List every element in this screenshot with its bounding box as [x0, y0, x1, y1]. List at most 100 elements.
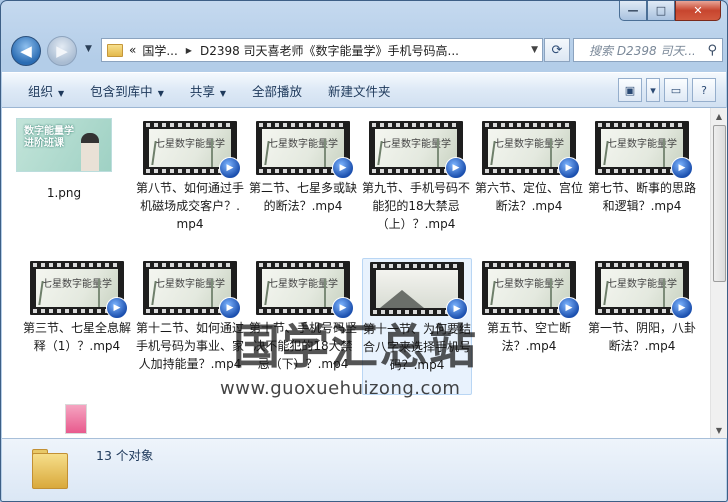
- search-input[interactable]: 搜索 D2398 司天...: [589, 42, 694, 59]
- play-all-button[interactable]: 全部播放: [252, 81, 302, 100]
- file-item[interactable]: 七星数字能量学 ▶ 第三节、七星全息解释（1）？.mp4: [23, 261, 131, 355]
- media-player-icon: ▶: [558, 157, 580, 179]
- watermark-url: www.guoxuehuizong.com: [220, 378, 461, 399]
- video-thumbnail: 七星数字能量学 ▶: [482, 261, 580, 319]
- breadcrumb-overflow[interactable]: «: [129, 43, 136, 57]
- file-name: 第十二节、如何通过手机号码为事业、家人加持能量？.mp4: [136, 321, 245, 371]
- file-item[interactable]: 七星数字能量学 ▶ 第二节、七星多或缺的断法？.mp4: [249, 121, 357, 215]
- command-bar: 组织 ▼ 包含到库中 ▼ 共享 ▼ 全部播放 新建文件夹 ▣ ▾ ▭ ?: [2, 72, 726, 108]
- folder-icon: [107, 43, 123, 57]
- video-thumbnail: 七星数字能量学 ▶: [256, 261, 354, 319]
- video-thumbnail: 七星数字能量学 ▶: [30, 261, 128, 319]
- chevron-down-icon[interactable]: ▼: [531, 45, 538, 55]
- arrow-left-icon: ◀: [20, 42, 32, 60]
- minimize-icon: —: [627, 4, 639, 17]
- media-player-icon: ▶: [671, 157, 693, 179]
- folder-icon: [32, 447, 68, 489]
- maximize-button[interactable]: □: [647, 1, 675, 21]
- media-player-icon: ▶: [219, 157, 241, 179]
- window-caption-buttons: — □ ✕: [619, 1, 721, 21]
- view-options-dropdown[interactable]: ▾: [646, 78, 660, 102]
- file-name: 1.png: [46, 186, 82, 200]
- organize-label: 组织: [28, 83, 54, 99]
- thumbnail-line: 进阶班课: [24, 138, 64, 149]
- media-player-icon: ▶: [332, 157, 354, 179]
- file-name: 第一节、阴阳，八卦断法？.mp4: [588, 321, 697, 353]
- change-view-button[interactable]: ▣: [618, 78, 642, 102]
- explorer-window: — □ ✕ ◀ ▶ ▼ « 国学... ▶ D2398 司天喜老师《数字能量学》…: [0, 0, 728, 502]
- file-item[interactable]: 七星数字能量学 ▶ 第八节、如何通过手机磁场成交客户？.mp4: [136, 121, 244, 233]
- refresh-button[interactable]: ⟳: [544, 38, 570, 62]
- video-thumbnail: 七星数字能量学 ▶: [256, 121, 354, 179]
- file-item[interactable]: 七星数字能量学 ▶ 第六节、定位、宫位断法？.mp4: [475, 121, 583, 215]
- video-thumbnail: 七星数字能量学 ▶: [595, 121, 693, 179]
- media-player-icon: ▶: [106, 297, 128, 319]
- share-button[interactable]: 共享 ▼: [190, 81, 226, 100]
- search-icon: ⚲: [707, 42, 717, 58]
- file-item[interactable]: 七星数字能量学 ▶ 第一节、阴阳，八卦断法？.mp4: [588, 261, 696, 355]
- forward-button[interactable]: ▶: [47, 36, 77, 66]
- image-thumbnail: 数字能量学 进阶班课: [16, 118, 112, 172]
- file-name: 第九节、手机号码不能犯的18大禁忌（上）？.mp4: [362, 181, 471, 231]
- video-thumbnail: 七星数字能量学 ▶: [595, 261, 693, 319]
- share-label: 共享: [189, 83, 215, 99]
- back-button[interactable]: ◀: [11, 36, 41, 66]
- arrow-right-icon: ▶: [56, 42, 68, 60]
- view-controls: ▣ ▾ ▭ ?: [618, 78, 716, 102]
- address-bar[interactable]: « 国学... ▶ D2398 司天喜老师《数字能量学》手机号码高... ▼: [101, 38, 543, 62]
- chevron-down-icon: ▼: [157, 88, 164, 98]
- vertical-scrollbar[interactable]: ▲ ▼: [710, 108, 727, 438]
- item-count: 13 个对象: [96, 448, 154, 463]
- file-item[interactable]: 七星数字能量学 ▶ 第七节、断事的思路和逻辑？.mp4: [588, 121, 696, 215]
- file-list: 数字能量学 进阶班课 1.png 七星数字能量学 ▶ 第八节、如何通过手机磁场成交客…: [2, 108, 710, 438]
- chevron-down-icon: ▼: [58, 88, 65, 98]
- navigation-bar: ◀ ▶ ▼ « 国学... ▶ D2398 司天喜老师《数字能量学》手机号码高.…: [7, 35, 723, 66]
- file-item[interactable]: 七星数字能量学 ▶ 第五节、空亡断法？.mp4: [475, 261, 583, 355]
- chevron-down-icon: ▾: [650, 83, 656, 97]
- organize-button[interactable]: 组织 ▼: [28, 81, 64, 100]
- breadcrumb-item[interactable]: 国学...: [142, 42, 177, 59]
- preview-pane-button[interactable]: ▭: [664, 78, 688, 102]
- video-thumbnail: 七星数字能量学 ▶: [369, 121, 467, 179]
- refresh-icon: ⟳: [551, 42, 563, 58]
- minimize-button[interactable]: —: [619, 1, 647, 21]
- video-thumbnail: 七星数字能量学 ▶: [143, 121, 241, 179]
- chevron-down-icon: ▼: [219, 88, 227, 98]
- help-icon: ?: [701, 83, 707, 97]
- file-name: 第五节、空亡断法？.mp4: [486, 321, 571, 353]
- video-thumbnail: 七星数字能量学 ▶: [143, 261, 241, 319]
- close-button[interactable]: ✕: [675, 1, 721, 21]
- view-icon: ▣: [624, 83, 636, 97]
- breadcrumb-item[interactable]: D2398 司天喜老师《数字能量学》手机号码高...: [200, 42, 459, 59]
- media-player-icon: ▶: [445, 157, 467, 179]
- preview-pane-icon: ▭: [670, 83, 682, 97]
- file-name: 第二节、七星多或缺的断法？.mp4: [249, 181, 358, 213]
- document-thumbnail[interactable]: [65, 404, 87, 434]
- media-player-icon: ▶: [671, 297, 693, 319]
- person-image: [81, 133, 99, 171]
- details-pane: 13 个对象: [2, 438, 726, 501]
- new-folder-button[interactable]: 新建文件夹: [328, 81, 391, 100]
- thumbnail-text: 数字能量学 进阶班课: [24, 126, 74, 150]
- file-name: 第三节、七星全息解释（1）？.mp4: [23, 321, 132, 353]
- help-button[interactable]: ?: [692, 78, 716, 102]
- scrollbar-thumb[interactable]: [713, 125, 726, 282]
- file-item[interactable]: 七星数字能量学 ▶ 第九节、手机号码不能犯的18大禁忌（上）？.mp4: [362, 121, 470, 233]
- scroll-down-icon[interactable]: ▼: [711, 422, 727, 438]
- file-item[interactable]: 七星数字能量学 ▶ 第十二节、如何通过手机号码为事业、家人加持能量？.mp4: [136, 261, 244, 373]
- scroll-up-icon[interactable]: ▲: [711, 108, 727, 124]
- recent-pages-dropdown[interactable]: ▼: [85, 44, 92, 54]
- video-thumbnail: 七星数字能量学 ▶: [482, 121, 580, 179]
- file-name: 第八节、如何通过手机磁场成交客户？.mp4: [136, 181, 245, 231]
- file-name: 第七节、断事的思路和逻辑？.mp4: [588, 181, 697, 213]
- search-box[interactable]: 搜索 D2398 司天... ⚲: [573, 38, 723, 62]
- chevron-right-icon[interactable]: ▶: [186, 46, 192, 55]
- media-player-icon: ▶: [558, 297, 580, 319]
- file-item[interactable]: 数字能量学 进阶班课 1.png: [10, 118, 118, 202]
- file-name: 第六节、定位、宫位断法？.mp4: [475, 181, 584, 213]
- include-in-library-label: 包含到库中: [90, 83, 153, 99]
- include-in-library-button[interactable]: 包含到库中 ▼: [90, 81, 164, 100]
- maximize-icon: □: [655, 4, 667, 17]
- watermark-title: 国学汇总站: [233, 320, 478, 375]
- thumbnail-line: 数字能量学: [24, 126, 74, 137]
